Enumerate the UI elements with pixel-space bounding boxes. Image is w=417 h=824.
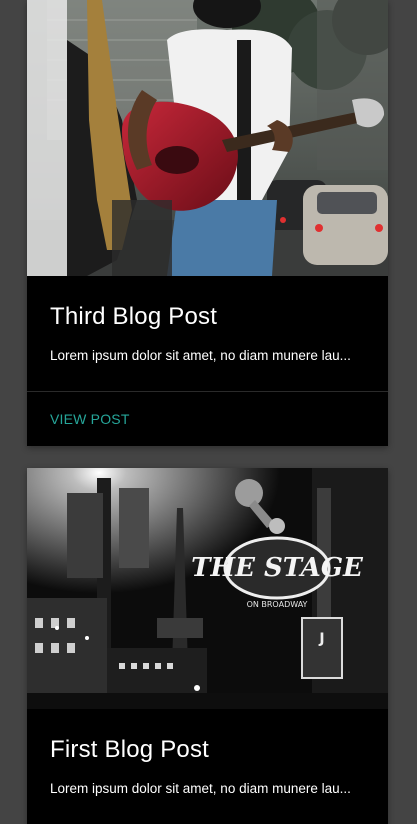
the-stage-photo: THE STAGE ON BROADWAY J bbox=[27, 468, 388, 709]
post-excerpt: Lorem ipsum dolor sit amet, no diam mune… bbox=[50, 348, 351, 363]
post-excerpt: Lorem ipsum dolor sit amet, no diam mune… bbox=[50, 781, 351, 796]
view-post-link[interactable]: VIEW POST bbox=[50, 411, 130, 427]
stage-sign-text: THE STAGE bbox=[191, 553, 364, 583]
card-image-the-stage: THE STAGE ON BROADWAY J bbox=[27, 468, 388, 709]
blog-card: Third Blog Post Lorem ipsum dolor sit am… bbox=[27, 0, 388, 446]
blog-card: THE STAGE ON BROADWAY J First Blog Post … bbox=[27, 468, 388, 824]
jacks-sign-text: J bbox=[318, 631, 324, 647]
blog-feed: Third Blog Post Lorem ipsum dolor sit am… bbox=[0, 0, 417, 824]
guitarist-photo bbox=[27, 0, 388, 276]
card-image-guitarist bbox=[27, 0, 388, 276]
card-body: Third Blog Post Lorem ipsum dolor sit am… bbox=[27, 276, 388, 363]
post-title[interactable]: Third Blog Post bbox=[50, 276, 365, 331]
post-title[interactable]: First Blog Post bbox=[50, 709, 365, 764]
stage-sign-subtext: ON BROADWAY bbox=[247, 600, 308, 609]
card-actions: VIEW POST bbox=[27, 391, 388, 446]
card-body: First Blog Post Lorem ipsum dolor sit am… bbox=[27, 709, 388, 796]
